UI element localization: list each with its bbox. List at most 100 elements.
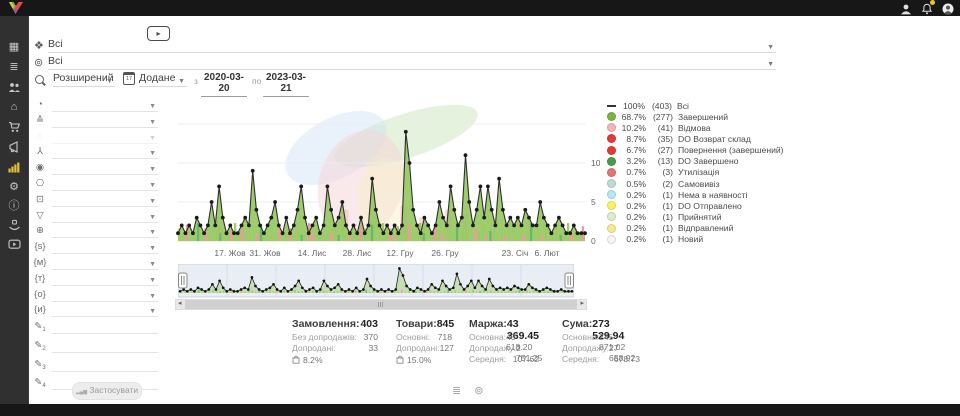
data-point[interactable] bbox=[456, 224, 460, 228]
legend-item[interactable]: 0.2%(1)DO Отправлено bbox=[607, 200, 779, 211]
sidebar-item-cart[interactable] bbox=[0, 119, 28, 135]
data-point[interactable] bbox=[538, 200, 542, 204]
data-point[interactable] bbox=[370, 177, 374, 181]
data-point[interactable] bbox=[542, 216, 546, 220]
data-point[interactable] bbox=[579, 231, 583, 235]
filter-row-source-tree[interactable]: ⅄▼ bbox=[32, 145, 158, 160]
data-point[interactable] bbox=[374, 208, 378, 212]
data-point[interactable] bbox=[363, 231, 367, 235]
data-point[interactable] bbox=[337, 216, 341, 220]
data-point[interactable] bbox=[348, 231, 352, 235]
data-point[interactable] bbox=[269, 216, 273, 220]
data-point[interactable] bbox=[479, 185, 483, 189]
legend-item[interactable]: 10.2%(41)Відмова bbox=[607, 122, 779, 133]
filter-row-globe[interactable]: ⊕▼ bbox=[32, 224, 158, 239]
data-point[interactable] bbox=[512, 224, 516, 228]
data-point[interactable] bbox=[561, 224, 565, 228]
data-point[interactable] bbox=[292, 224, 296, 228]
data-point[interactable] bbox=[206, 224, 210, 228]
scrollbar-thumb[interactable] bbox=[185, 300, 577, 309]
chart-navigator[interactable] bbox=[178, 264, 574, 298]
filter-row-status[interactable]: ◔▼ bbox=[32, 98, 158, 113]
data-point[interactable] bbox=[225, 231, 229, 235]
data-point[interactable] bbox=[505, 224, 509, 228]
date-to-input[interactable]: 2023-03-21 bbox=[263, 72, 309, 97]
data-point[interactable] bbox=[385, 224, 389, 228]
data-point[interactable] bbox=[236, 231, 240, 235]
legend-item[interactable]: 3.2%(13)DO Завершено bbox=[607, 156, 779, 167]
data-point[interactable] bbox=[475, 208, 479, 212]
data-point[interactable] bbox=[419, 231, 423, 235]
data-point[interactable] bbox=[415, 224, 419, 228]
product-filter-dropdown[interactable]: Всі ▼ bbox=[48, 55, 776, 70]
data-point[interactable] bbox=[187, 224, 191, 228]
data-point[interactable] bbox=[307, 231, 311, 235]
data-point[interactable] bbox=[232, 231, 236, 235]
filter-row-package[interactable]: ⎔▼ bbox=[32, 177, 158, 192]
sidebar-item-video[interactable] bbox=[0, 236, 28, 252]
data-point[interactable] bbox=[176, 231, 180, 235]
data-point[interactable] bbox=[527, 216, 531, 220]
data-point[interactable] bbox=[303, 216, 307, 220]
data-point[interactable] bbox=[497, 177, 501, 181]
data-point[interactable] bbox=[568, 231, 572, 235]
data-point[interactable] bbox=[449, 185, 453, 189]
data-point[interactable] bbox=[247, 224, 251, 228]
data-point[interactable] bbox=[441, 216, 445, 220]
sidebar-item-marketing[interactable] bbox=[0, 139, 28, 155]
data-point[interactable] bbox=[202, 231, 206, 235]
filter-row-scan[interactable]: ⊡▼ bbox=[32, 193, 158, 208]
data-point[interactable] bbox=[355, 231, 359, 235]
data-point[interactable] bbox=[471, 224, 475, 228]
legend-item[interactable]: 8.7%(35)DO Возврат склад bbox=[607, 133, 779, 144]
data-point[interactable] bbox=[389, 231, 393, 235]
data-point[interactable] bbox=[311, 224, 315, 228]
data-point[interactable] bbox=[531, 224, 535, 228]
sidebar-item-dashboard[interactable]: ▦ bbox=[0, 39, 28, 55]
date-from-input[interactable]: 2020-03-20 bbox=[201, 72, 247, 97]
data-point[interactable] bbox=[318, 231, 322, 235]
data-point[interactable] bbox=[221, 216, 225, 220]
data-point[interactable] bbox=[314, 216, 318, 220]
data-point[interactable] bbox=[378, 224, 382, 228]
custom-field-row-1[interactable]: ✎1 bbox=[32, 320, 158, 335]
data-point[interactable] bbox=[400, 224, 404, 228]
data-point[interactable] bbox=[516, 216, 520, 220]
custom-field-row-3[interactable]: ✎3 bbox=[32, 358, 158, 373]
data-point[interactable] bbox=[184, 231, 188, 235]
data-point[interactable] bbox=[494, 224, 498, 228]
filter-row-var-t[interactable]: {т}▼ bbox=[32, 272, 158, 287]
sidebar-item-clients[interactable] bbox=[0, 79, 28, 95]
data-point[interactable] bbox=[520, 224, 524, 228]
data-point[interactable] bbox=[430, 231, 434, 235]
data-point[interactable] bbox=[273, 200, 277, 204]
filter-row-var-n[interactable]: {и}▼ bbox=[32, 303, 158, 318]
navigator-handle[interactable] bbox=[179, 273, 188, 288]
data-point[interactable] bbox=[329, 208, 333, 212]
data-point[interactable] bbox=[467, 200, 471, 204]
bell-icon[interactable] bbox=[921, 2, 933, 14]
legend-item[interactable]: 6.7%(27)Повернення (завершений) bbox=[607, 145, 779, 156]
filter-row-var-m[interactable]: {м}▼ bbox=[32, 256, 158, 271]
legend-item[interactable]: 0.7%(3)Утилізація bbox=[607, 167, 779, 178]
legend-item[interactable]: 0.2%(1)Нема в наявності bbox=[607, 189, 779, 200]
data-point[interactable] bbox=[352, 224, 356, 228]
data-point[interactable] bbox=[411, 208, 415, 212]
data-point[interactable] bbox=[490, 208, 494, 212]
sidebar-item-store[interactable]: ⌂ bbox=[0, 99, 28, 115]
data-point[interactable] bbox=[344, 224, 348, 228]
data-point[interactable] bbox=[382, 231, 386, 235]
sidebar-item-support[interactable] bbox=[0, 217, 28, 233]
filter-row-empty-circle[interactable]: ◌▼ bbox=[32, 130, 158, 145]
data-point[interactable] bbox=[486, 185, 490, 189]
legend-item[interactable]: 0.2%(1)Відправлений bbox=[607, 223, 779, 234]
data-point[interactable] bbox=[464, 153, 468, 157]
data-point[interactable] bbox=[523, 208, 527, 212]
data-point[interactable] bbox=[438, 200, 442, 204]
legend-item[interactable]: 0.5%(2)Самовивіз bbox=[607, 178, 779, 189]
data-point[interactable] bbox=[281, 231, 285, 235]
search-mode-dropdown[interactable]: Розширений ▼ bbox=[53, 72, 115, 87]
package-icon[interactable]: ⊚ bbox=[474, 384, 483, 397]
scroll-left-icon[interactable]: ◂ bbox=[178, 299, 182, 308]
data-point[interactable] bbox=[210, 200, 214, 204]
